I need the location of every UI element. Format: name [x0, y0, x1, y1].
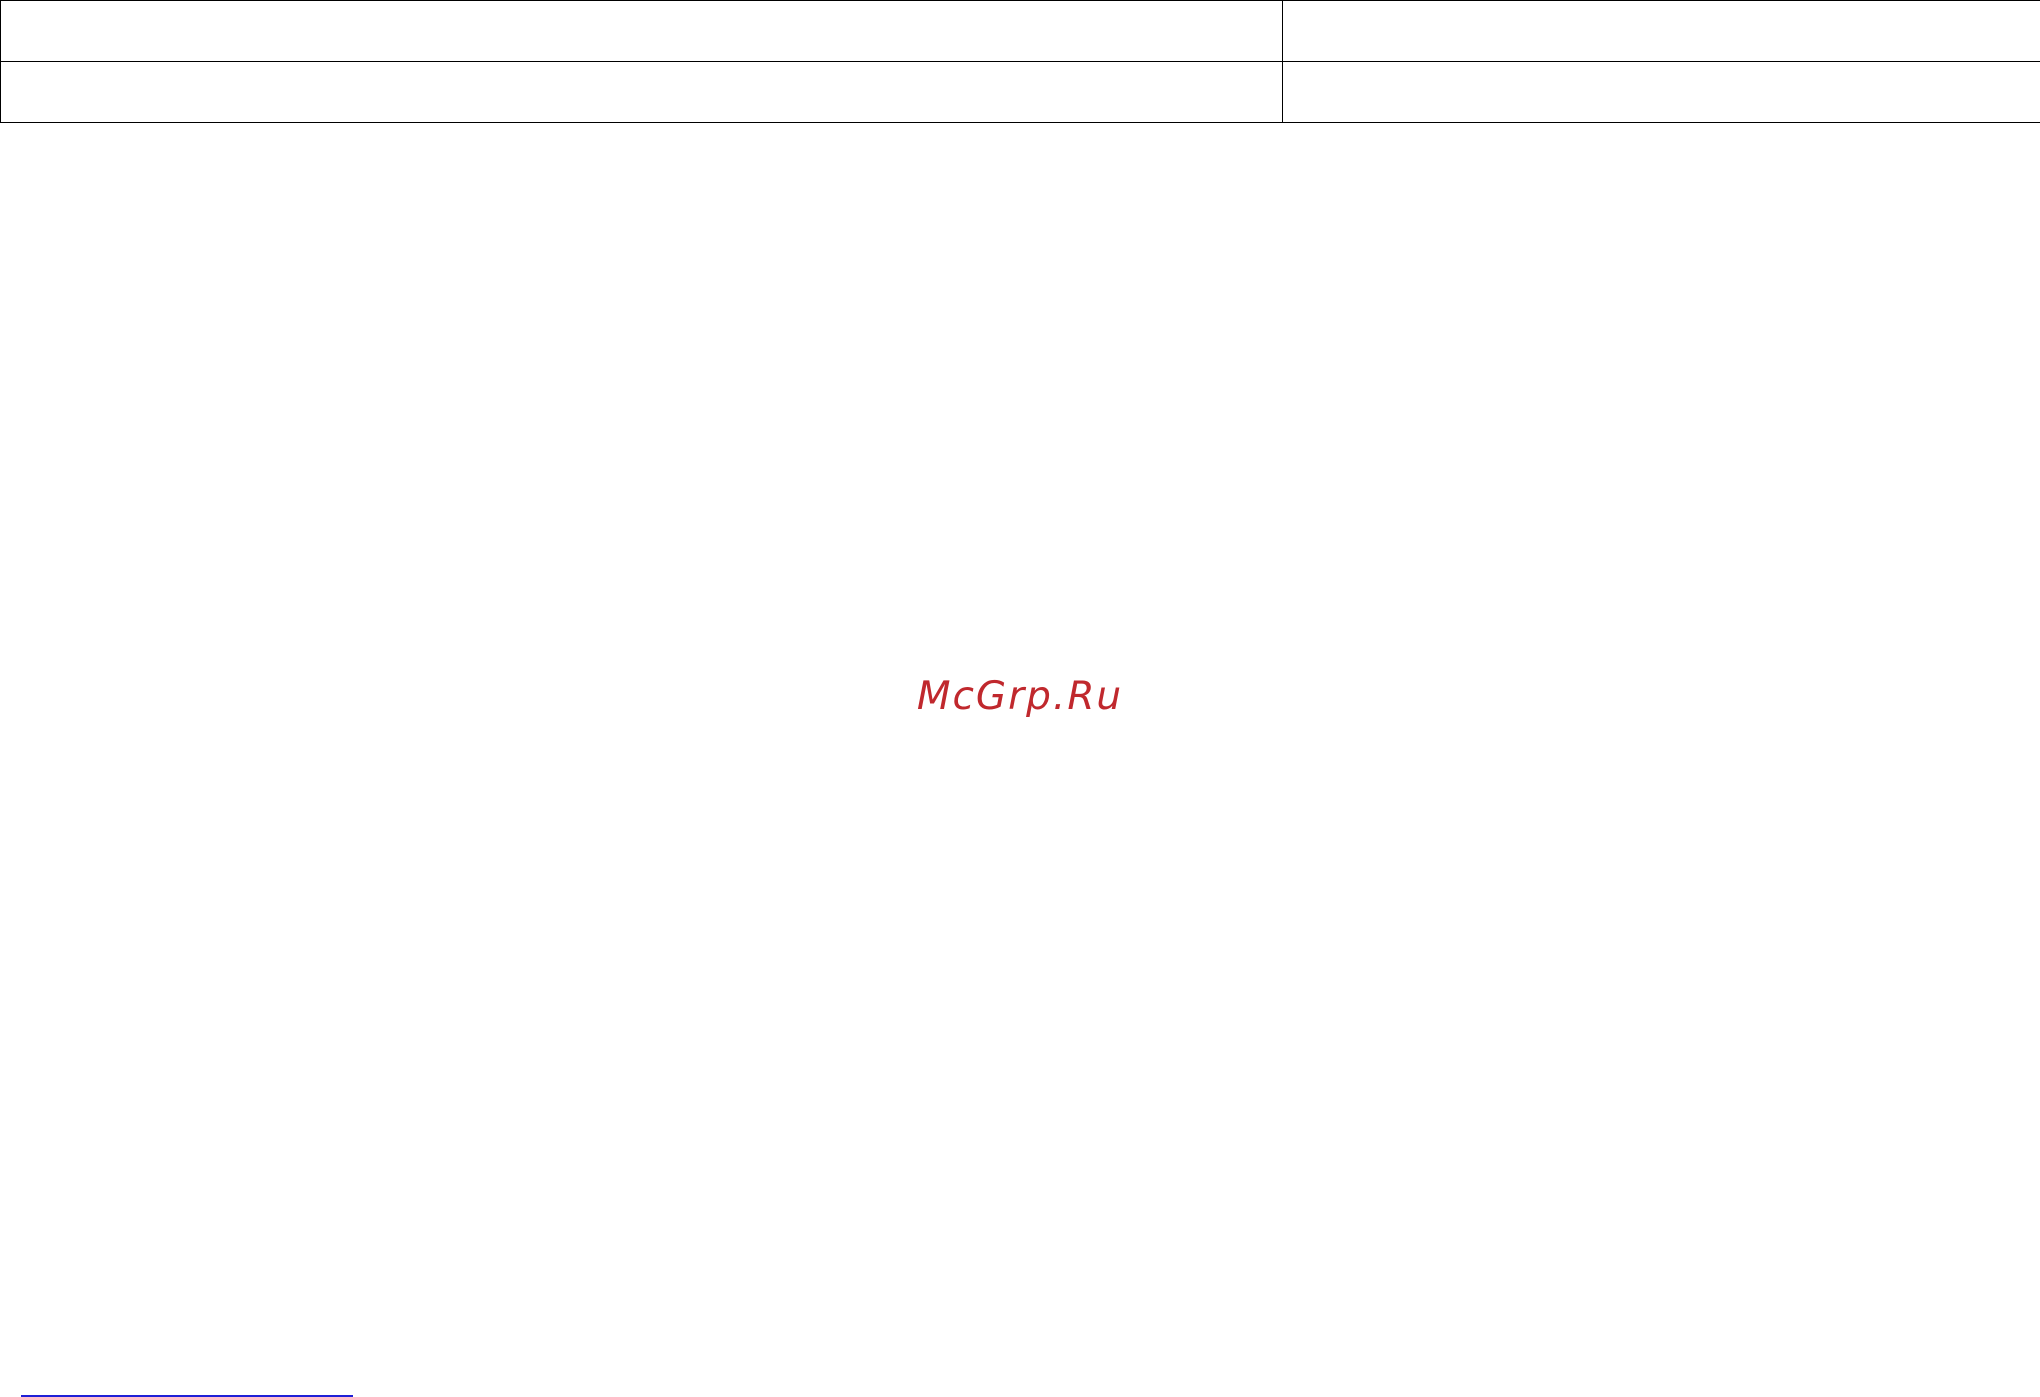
- watermark-text: McGrp.Ru: [916, 674, 1124, 719]
- table-cell: [1282, 61, 2040, 123]
- table-cell: [0, 61, 1283, 123]
- table-cell: [0, 0, 1283, 62]
- table-cell: [1282, 0, 2040, 62]
- table-row: [0, 61, 2040, 123]
- table-row: [0, 0, 2040, 62]
- empty-table: [0, 0, 2040, 123]
